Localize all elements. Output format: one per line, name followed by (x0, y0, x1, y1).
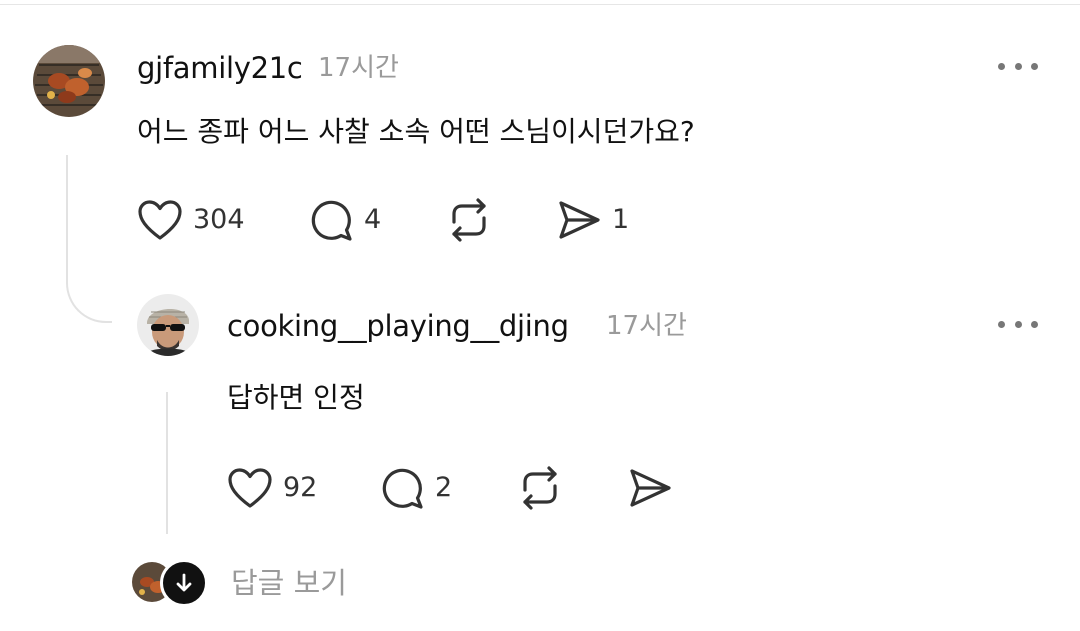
reply-reply-count: 2 (435, 472, 453, 503)
like-count: 304 (193, 204, 245, 235)
reply-more-icon[interactable] (998, 319, 1038, 331)
reply-like-button[interactable]: 92 (227, 465, 317, 511)
reply-text: 답하면 인정 (227, 381, 365, 414)
comment-time: 17시간 (318, 53, 399, 83)
reply-button[interactable]: 4 (308, 197, 381, 243)
top-divider (0, 4, 1080, 5)
reply-share-button[interactable] (627, 465, 673, 511)
reply-count: 4 (364, 204, 382, 235)
send-icon (630, 469, 671, 507)
reply-username[interactable]: cooking__playing__djing (227, 308, 569, 344)
like-button[interactable]: 304 (137, 197, 245, 243)
reply-reply-button[interactable]: 2 (379, 465, 452, 511)
comment-username[interactable]: gjfamily21c (137, 50, 303, 86)
reply-like-count: 92 (283, 472, 318, 503)
thread-connector (66, 155, 112, 323)
arrow-down-icon (176, 573, 192, 592)
repost-button[interactable] (445, 197, 493, 243)
reply-repost-button[interactable] (516, 465, 564, 511)
avatar[interactable] (33, 45, 105, 117)
comment-icon (382, 468, 423, 509)
repost-icon (452, 198, 486, 242)
heart-icon (228, 468, 272, 508)
reply-thread-line (166, 392, 168, 534)
reply-avatar[interactable] (137, 294, 199, 356)
view-replies-link[interactable]: 답글 보기 (231, 563, 347, 603)
comment-text: 어느 종파 어느 사찰 소속 어떤 스님이시던가요? (137, 115, 695, 148)
reply-time: 17시간 (606, 311, 687, 341)
expand-replies-button[interactable] (160, 559, 208, 607)
share-count: 1 (612, 204, 630, 235)
comment-icon (311, 200, 352, 241)
send-icon (559, 201, 600, 239)
more-icon[interactable] (998, 61, 1038, 73)
heart-icon (138, 200, 182, 240)
share-button[interactable]: 1 (556, 197, 629, 243)
repost-icon (523, 466, 557, 510)
